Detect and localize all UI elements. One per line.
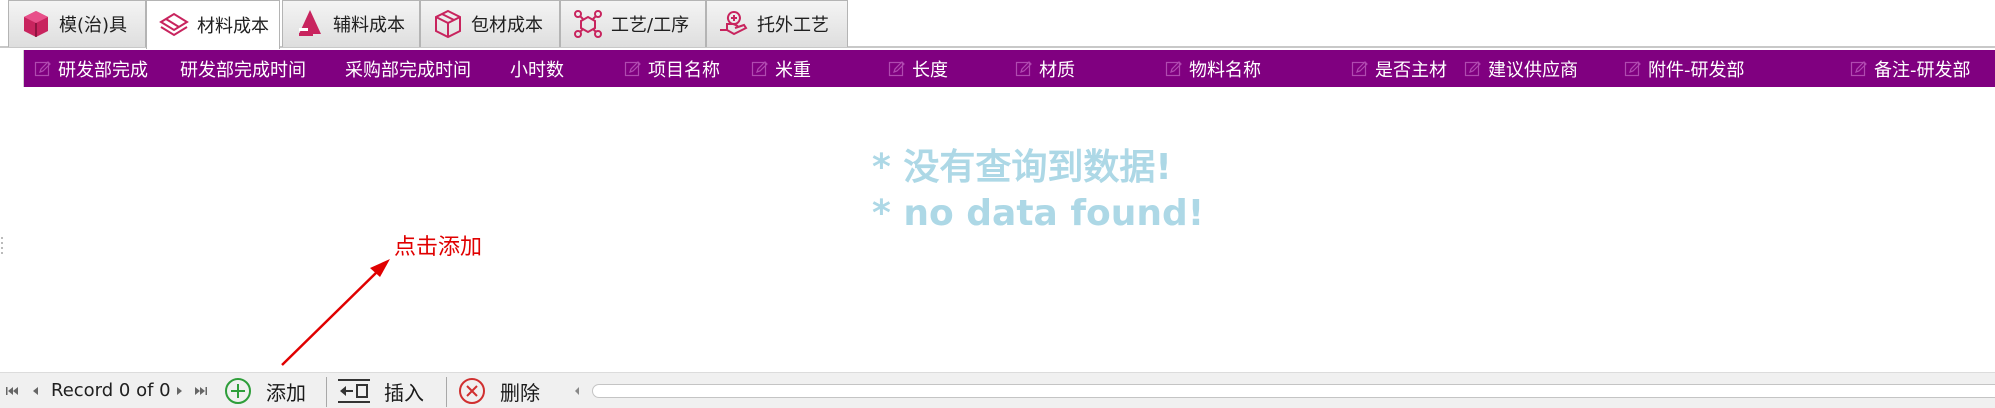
column-header-label: 建议供应商: [1488, 59, 1578, 81]
horizontal-scrollbar[interactable]: [570, 382, 1995, 400]
column-header-meter-weight[interactable]: 米重: [751, 50, 811, 87]
edit-icon: [34, 60, 51, 76]
edit-icon: [1015, 60, 1032, 76]
column-header-label: 材质: [1039, 59, 1075, 81]
edit-icon: [888, 60, 905, 76]
add-button[interactable]: 添加: [224, 374, 306, 408]
edit-icon: [1165, 60, 1182, 76]
column-header-material[interactable]: 材质: [1015, 50, 1075, 87]
column-header-label: 物料名称: [1189, 59, 1261, 81]
next-record-button[interactable]: [171, 379, 187, 403]
tab-strip: 模(治)具 材料成本 辅料成本 包材成本 工艺/工序 托外工艺: [0, 0, 1995, 49]
column-header-suggested-supplier[interactable]: 建议供应商: [1464, 50, 1578, 87]
next-record-icon: [177, 387, 182, 395]
column-header-label: 是否主材: [1375, 59, 1447, 81]
column-header-project-name[interactable]: 项目名称: [624, 50, 720, 87]
column-header-hours[interactable]: 小时数: [510, 50, 564, 87]
process-nodes-icon: [571, 7, 605, 41]
edit-icon: [751, 60, 768, 76]
toolbar-separator: [326, 377, 327, 407]
package-box-icon: [431, 7, 465, 41]
insert-button[interactable]: 插入: [338, 374, 424, 408]
column-header-label: 长度: [912, 59, 948, 81]
column-header-label: 项目名称: [648, 59, 720, 81]
no-data-message: * 没有查询到数据! * no data found!: [872, 145, 1204, 237]
tab-mold-fixture[interactable]: 模(治)具: [8, 0, 146, 47]
previous-record-button[interactable]: [28, 379, 44, 403]
column-header-label: 附件-研发部: [1648, 59, 1745, 81]
tab-label: 工艺/工序: [611, 15, 690, 36]
tab-packaging-cost[interactable]: 包材成本: [420, 0, 560, 47]
materials-stack-icon: [157, 8, 191, 42]
edit-icon: [1850, 60, 1867, 76]
row-indicator-header: [0, 50, 24, 87]
tab-process[interactable]: 工艺/工序: [560, 0, 706, 47]
column-header-label: 小时数: [510, 59, 564, 81]
tab-label: 包材成本: [471, 15, 543, 36]
last-record-button[interactable]: [193, 379, 209, 403]
column-header-label: 米重: [775, 59, 811, 81]
add-icon: [224, 377, 252, 405]
tab-label: 模(治)具: [59, 15, 128, 36]
record-counter: Record 0 of 0: [51, 380, 171, 401]
column-header-rd-complete-time[interactable]: 研发部完成时间: [180, 50, 306, 87]
add-button-label: 添加: [266, 380, 306, 405]
edit-icon: [1464, 60, 1481, 76]
column-header-material-name[interactable]: 物料名称: [1165, 50, 1261, 87]
first-record-icon: [6, 387, 18, 395]
last-record-icon: [195, 387, 207, 395]
tab-auxiliary-cost[interactable]: 辅料成本: [282, 0, 420, 47]
no-data-message-cn: * 没有查询到数据!: [872, 147, 1172, 188]
delete-button[interactable]: 删除: [458, 374, 540, 408]
column-header-label: 研发部完成时间: [180, 59, 306, 81]
delete-button-label: 删除: [500, 380, 540, 405]
column-header-attachment-rd[interactable]: 附件-研发部: [1624, 50, 1745, 87]
column-header-rd-complete[interactable]: 研发部完成: [34, 50, 148, 87]
tab-label: 托外工艺: [757, 15, 829, 36]
previous-record-icon: [33, 387, 38, 395]
insert-button-label: 插入: [384, 380, 424, 405]
tab-outsourcing[interactable]: 托外工艺: [706, 0, 848, 47]
scroll-left-icon[interactable]: [572, 382, 582, 400]
toolbar-separator: [446, 377, 447, 407]
scrollbar-thumb[interactable]: [592, 384, 1995, 398]
tab-material-cost[interactable]: 材料成本: [146, 0, 280, 49]
column-header-label: 采购部完成时间: [345, 59, 471, 81]
edit-icon: [1351, 60, 1368, 76]
column-header-label: 备注-研发部: [1874, 59, 1971, 81]
splitter-grip[interactable]: [0, 235, 6, 257]
record-navigator: Record 0 of 0 添加 插入 删除: [0, 372, 1995, 408]
tab-label: 材料成本: [197, 16, 269, 37]
delete-icon: [458, 377, 486, 405]
grid-header: 研发部完成 研发部完成时间 采购部完成时间 小时数 项目名称 米重 长度 材质 …: [24, 50, 1995, 87]
edit-icon: [1624, 60, 1641, 76]
tab-label: 辅料成本: [333, 15, 405, 36]
hint-arrow-icon: [281, 259, 390, 366]
column-header-length[interactable]: 长度: [888, 50, 948, 87]
column-header-label: 研发部完成: [58, 59, 148, 81]
auxiliary-material-icon: [293, 7, 327, 41]
column-header-purchase-complete-time[interactable]: 采购部完成时间: [345, 50, 471, 87]
cube-icon: [19, 7, 53, 41]
no-data-message-en: * no data found!: [872, 193, 1205, 234]
click-add-hint: 点击添加: [394, 235, 483, 260]
insert-row-icon: [338, 378, 370, 404]
edit-icon: [624, 60, 641, 76]
outsourcing-hand-icon: [717, 7, 751, 41]
column-header-remark-rd[interactable]: 备注-研发部: [1850, 50, 1971, 87]
column-header-is-main-material[interactable]: 是否主材: [1351, 50, 1447, 87]
first-record-button[interactable]: [4, 379, 20, 403]
